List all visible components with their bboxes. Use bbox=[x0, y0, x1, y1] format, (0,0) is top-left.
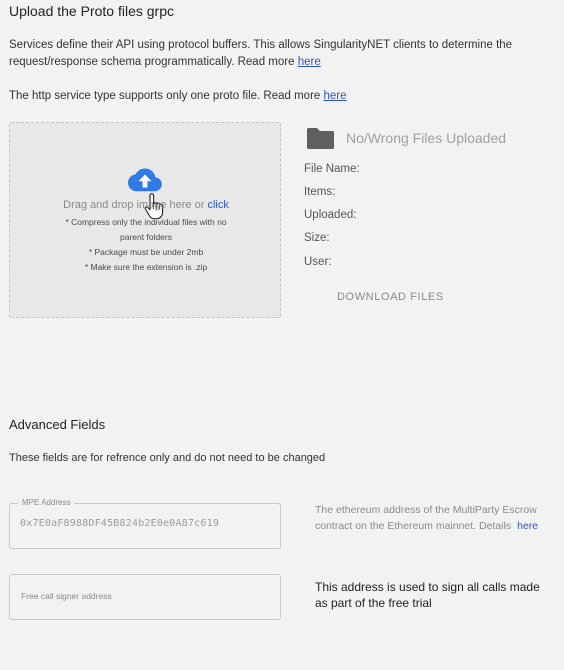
click-to-upload-link[interactable]: click bbox=[207, 199, 228, 211]
download-files-button[interactable]: DOWNLOAD FILES bbox=[337, 291, 444, 303]
advanced-subtitle: These fields are for refrence only and d… bbox=[9, 452, 326, 464]
file-dropzone[interactable]: Drag and drop image here or click * Comp… bbox=[9, 122, 281, 318]
items-label: Items: bbox=[304, 186, 336, 198]
hint-line: * Package must be under 2mb bbox=[88, 247, 204, 257]
http-read-more-link[interactable]: here bbox=[324, 90, 347, 102]
http-paragraph: The http service type supports only one … bbox=[9, 88, 554, 105]
mpe-description-text: The ethereum address of the MultiParty E… bbox=[315, 504, 537, 532]
upload-status: No/Wrong Files Uploaded bbox=[346, 130, 507, 146]
drag-drop-label: Drag and drop image here or bbox=[63, 199, 205, 211]
drag-drop-text: Drag and drop image here or click bbox=[10, 199, 282, 211]
folder-icon bbox=[307, 128, 334, 149]
hint-line: parent folders bbox=[120, 232, 172, 242]
intro-read-more-link[interactable]: here bbox=[298, 56, 321, 68]
mpe-address-label: MPE Address bbox=[18, 498, 75, 507]
uploaded-label: Uploaded: bbox=[304, 209, 357, 221]
size-label: Size: bbox=[304, 232, 330, 244]
cloud-upload-icon bbox=[128, 168, 162, 192]
upload-title: Upload the Proto files grpc bbox=[9, 3, 174, 19]
http-text: The http service type supports only one … bbox=[9, 90, 321, 102]
free-call-signer-field[interactable]: Free call signer address bbox=[9, 574, 281, 620]
intro-text: Services define their API using protocol… bbox=[9, 39, 513, 68]
advanced-title: Advanced Fields bbox=[9, 417, 106, 432]
mpe-address-description: The ethereum address of the MultiParty E… bbox=[315, 502, 555, 534]
file-name-label: File Name: bbox=[304, 163, 360, 175]
free-call-signer-placeholder: Free call signer address bbox=[21, 591, 112, 601]
free-call-signer-description: This address is used to sign all calls m… bbox=[315, 580, 540, 610]
intro-paragraph: Services define their API using protocol… bbox=[9, 37, 554, 71]
mpe-address-value: 0x7E0aF8988DF45B824b2E0e0A87c619 bbox=[20, 518, 220, 529]
hint-line: * Make sure the extension is .zip bbox=[84, 262, 208, 272]
user-label: User: bbox=[304, 256, 332, 268]
mpe-details-link[interactable]: here bbox=[517, 520, 538, 532]
hint-line: * Compress only the individual files wit… bbox=[65, 217, 227, 227]
mpe-address-field[interactable]: MPE Address 0x7E0aF8988DF45B824b2E0e0A87… bbox=[9, 498, 281, 549]
